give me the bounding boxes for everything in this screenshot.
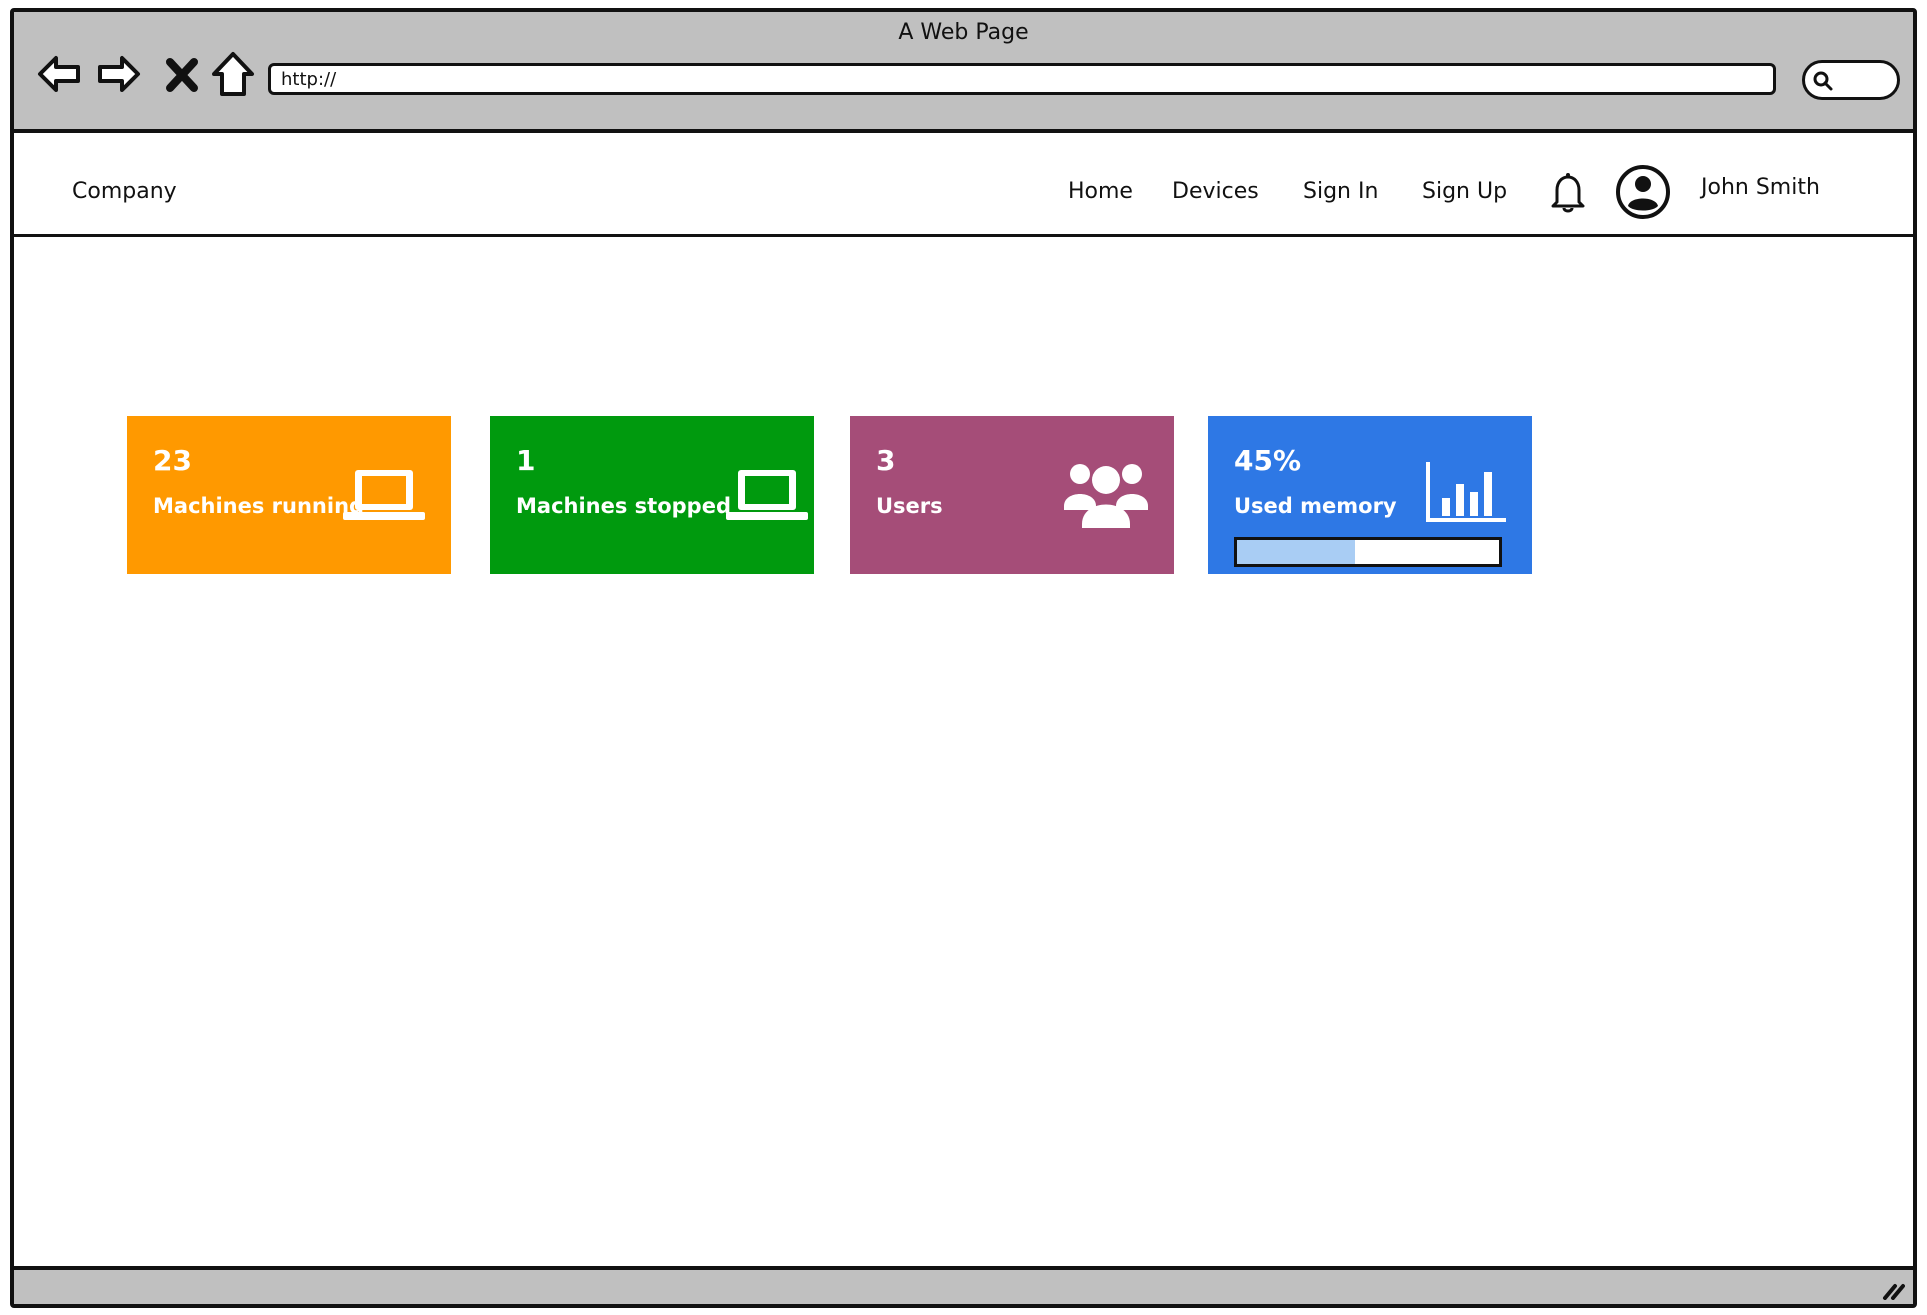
resize-grip-icon[interactable]: [1879, 1274, 1905, 1300]
nav-devices[interactable]: Devices: [1172, 179, 1259, 204]
card-value: 45%: [1234, 444, 1302, 477]
laptop-icon: [726, 466, 808, 528]
stat-card-users[interactable]: 3 Users: [850, 416, 1174, 574]
browser-window: A Web Page Company Home Devices Sign In …: [10, 8, 1917, 1308]
bar-chart-icon: [1424, 460, 1508, 528]
card-label: Machines stopped: [516, 494, 731, 518]
nav-sign-in[interactable]: Sign In: [1303, 179, 1378, 204]
memory-progress-bar: [1234, 537, 1502, 567]
site-header: Company Home Devices Sign In Sign Up Joh…: [14, 137, 1913, 237]
home-icon[interactable]: [210, 50, 256, 98]
nav-sign-up[interactable]: Sign Up: [1422, 179, 1507, 204]
window-title: A Web Page: [898, 20, 1029, 45]
search-icon: [1813, 71, 1833, 91]
stat-card-used-memory[interactable]: 45% Used memory: [1208, 416, 1532, 574]
memory-progress-fill: [1237, 540, 1355, 564]
browser-titlebar: A Web Page: [14, 12, 1913, 133]
stat-card-machines-running[interactable]: 23 Machines running: [127, 416, 451, 574]
url-input[interactable]: [268, 63, 1776, 95]
card-value: 23: [153, 444, 192, 477]
card-label: Machines running: [153, 494, 365, 518]
stat-card-machines-stopped[interactable]: 1 Machines stopped: [490, 416, 814, 574]
card-value: 3: [876, 444, 896, 477]
card-value: 1: [516, 444, 536, 477]
card-label: Users: [876, 494, 943, 518]
users-group-icon: [1064, 454, 1148, 534]
user-avatar-icon[interactable]: [1615, 164, 1671, 220]
bell-icon[interactable]: [1545, 170, 1591, 216]
stop-icon[interactable]: [164, 50, 200, 98]
browser-statusbar: [14, 1266, 1913, 1304]
laptop-icon: [343, 466, 425, 528]
back-arrow-icon[interactable]: [36, 50, 82, 98]
card-label: Used memory: [1234, 494, 1397, 518]
nav-home[interactable]: Home: [1068, 179, 1133, 204]
user-name[interactable]: John Smith: [1701, 175, 1820, 200]
search-button[interactable]: [1802, 60, 1900, 100]
brand-logo-text[interactable]: Company: [72, 179, 177, 204]
forward-arrow-icon[interactable]: [96, 50, 142, 98]
